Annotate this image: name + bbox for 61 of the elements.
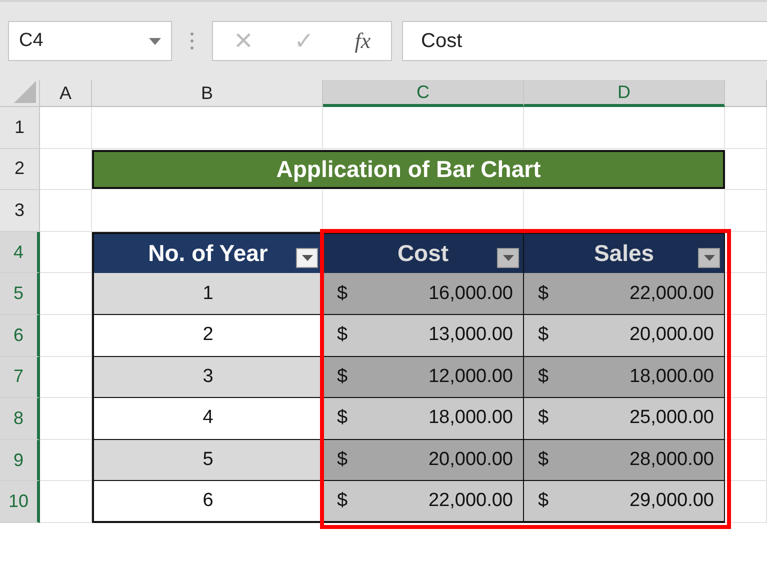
- currency-symbol: $: [337, 407, 348, 430]
- amount: 28,000.00: [629, 449, 714, 472]
- amount: 20,000.00: [428, 449, 513, 472]
- amount: 13,000.00: [428, 324, 513, 346]
- filter-button[interactable]: [698, 248, 720, 268]
- column-header[interactable]: [725, 80, 767, 107]
- caret-icon: [704, 255, 714, 262]
- amount: 18,000.00: [428, 407, 513, 430]
- table-header: No. of Year: [92, 232, 323, 274]
- row-header[interactable]: 3: [0, 190, 40, 232]
- table-cell: 6: [92, 481, 323, 523]
- filter-button[interactable]: [296, 248, 318, 268]
- currency-symbol: $: [337, 324, 348, 346]
- currency-symbol: $: [538, 407, 549, 430]
- table-cell: 2: [92, 314, 323, 357]
- column-header[interactable]: A: [40, 80, 92, 107]
- currency-symbol: $: [337, 490, 348, 512]
- table-cell: 1: [92, 273, 323, 315]
- table-header: Sales: [524, 232, 725, 274]
- cell-reference: C4: [19, 30, 44, 52]
- row-header[interactable]: 9: [0, 440, 40, 482]
- currency-symbol: $: [538, 366, 549, 388]
- amount: 22,000.00: [629, 282, 714, 305]
- row-header[interactable]: 7: [0, 356, 40, 398]
- currency-symbol: $: [337, 366, 348, 388]
- table-header: Cost: [323, 232, 524, 274]
- filter-button[interactable]: [497, 248, 519, 268]
- currency-symbol: $: [337, 282, 348, 305]
- table-cell: 4: [92, 398, 323, 440]
- table-cell: 5: [92, 440, 323, 482]
- grip-icon: [190, 31, 194, 51]
- currency-symbol: $: [538, 324, 549, 346]
- insert-function-button[interactable]: fx: [348, 28, 377, 54]
- caret-icon: [502, 255, 514, 262]
- row-header[interactable]: 6: [0, 314, 40, 357]
- amount: 25,000.00: [629, 407, 714, 430]
- table-cell: 3: [92, 356, 323, 398]
- formula-field[interactable]: Cost: [402, 21, 767, 61]
- amount: 18,000.00: [629, 366, 714, 388]
- column-header[interactable]: B: [92, 80, 323, 107]
- amount: 16,000.00: [428, 282, 513, 305]
- row-header[interactable]: 10: [0, 481, 40, 523]
- currency-symbol: $: [538, 449, 549, 472]
- row-header[interactable]: 5: [0, 273, 40, 315]
- amount: 12,000.00: [428, 366, 513, 388]
- column-header[interactable]: C: [323, 80, 524, 107]
- column-header[interactable]: D: [524, 80, 725, 107]
- row-header[interactable]: 4: [0, 232, 40, 274]
- currency-symbol: $: [538, 282, 549, 305]
- amount: 29,000.00: [629, 490, 714, 512]
- title-banner: Application of Bar Chart: [92, 150, 725, 190]
- caret-icon: [302, 255, 312, 262]
- row-header[interactable]: 8: [0, 398, 40, 440]
- amount: 22,000.00: [428, 490, 513, 512]
- row-header[interactable]: 2: [0, 148, 40, 190]
- row-header[interactable]: 1: [0, 107, 40, 149]
- name-box[interactable]: C4: [8, 21, 172, 61]
- currency-symbol: $: [337, 449, 348, 472]
- amount: 20,000.00: [629, 324, 714, 346]
- currency-symbol: $: [538, 490, 549, 512]
- caret-icon[interactable]: [149, 38, 161, 44]
